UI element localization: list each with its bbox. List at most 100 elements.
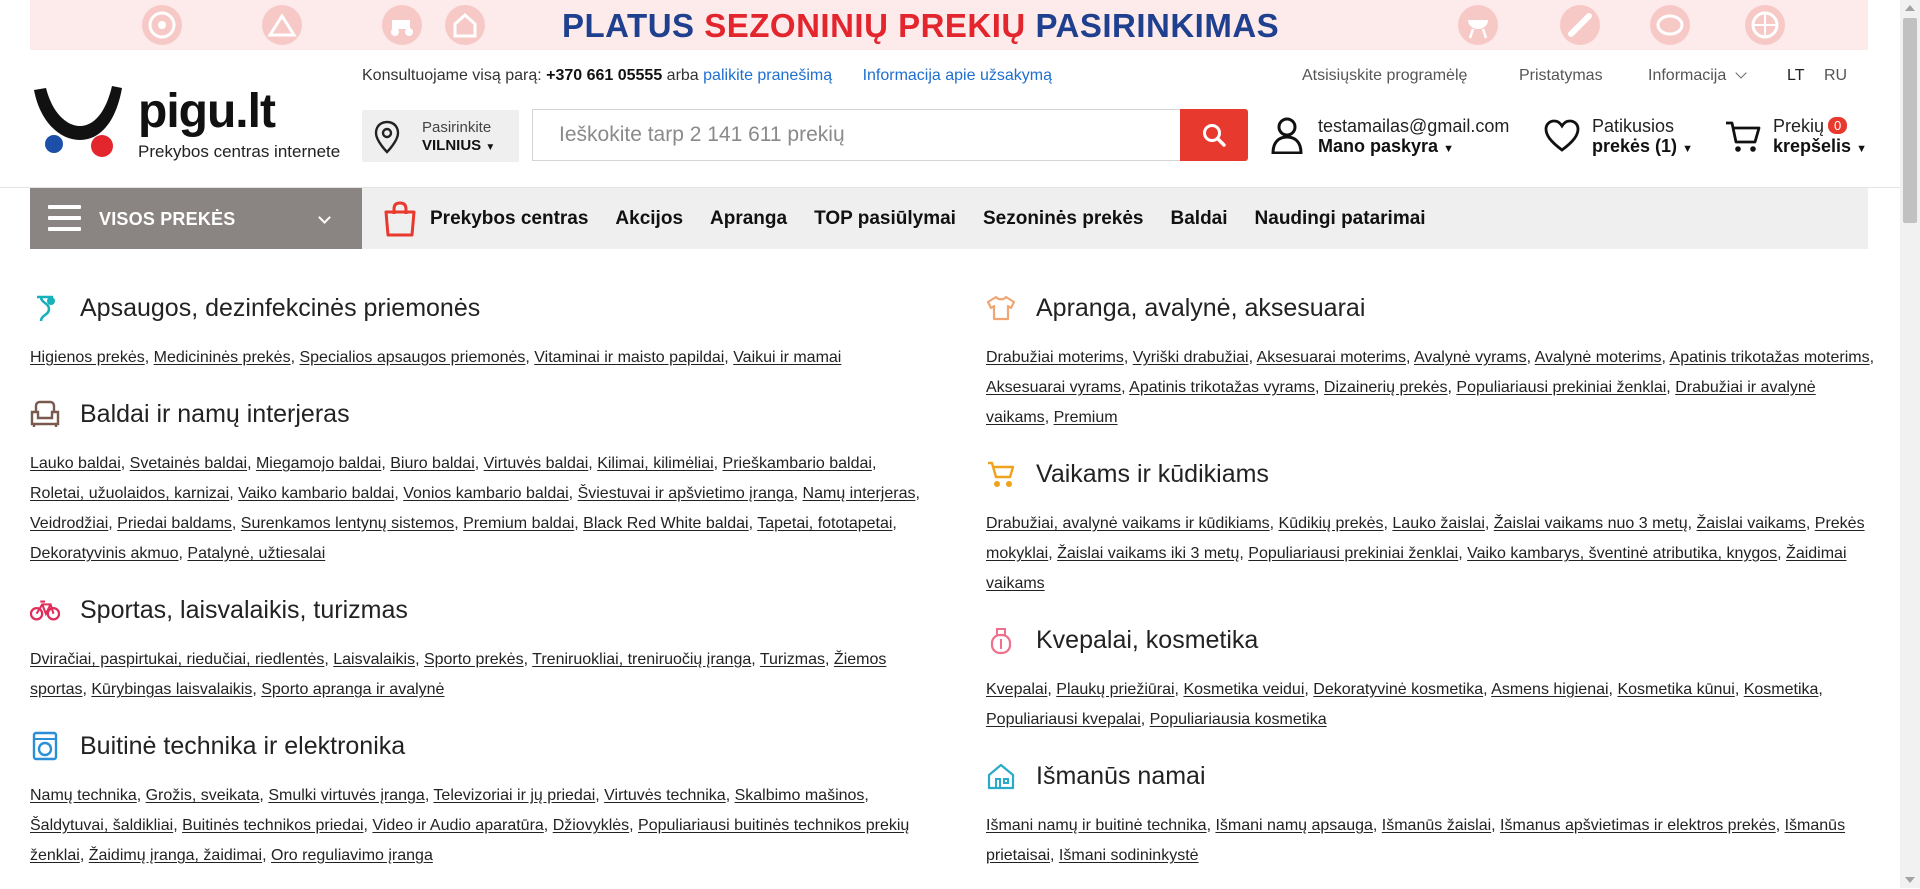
category-link[interactable]: Vaikui ir mamai	[733, 349, 841, 366]
category-link[interactable]: Sporto prekės	[424, 651, 524, 668]
category-link[interactable]: Roletai, užuolaidos, karnizai	[30, 485, 229, 502]
category-link[interactable]: Žaislai vaikams nuo 3 metų	[1494, 515, 1688, 532]
category-link[interactable]: Smulki virtuvės įranga	[268, 787, 425, 804]
category-link[interactable]: Kosmetika kūnui	[1617, 681, 1734, 698]
category-heading[interactable]: Išmanūs namai	[986, 753, 1876, 799]
nav-item-top-offers[interactable]: TOP pasiūlymai	[814, 208, 956, 230]
category-link[interactable]: Miegamojo baldai	[256, 455, 381, 472]
category-link[interactable]: Vyriški drabužiai	[1133, 349, 1249, 366]
category-link[interactable]: Black Red White baldai	[583, 515, 748, 532]
category-link[interactable]: Džiovyklės	[553, 817, 629, 834]
category-link[interactable]: Avalynė moterims	[1535, 349, 1662, 366]
category-link[interactable]: Grožis, sveikata	[146, 787, 260, 804]
category-link[interactable]: Žaislai vaikams iki 3 metų	[1057, 545, 1239, 562]
category-link[interactable]: Avalynė vyrams	[1414, 349, 1527, 366]
category-link[interactable]: Lauko žaislai	[1392, 515, 1485, 532]
category-link[interactable]: Oro reguliavimo įranga	[271, 847, 433, 864]
category-title[interactable]: Kvepalai, kosmetika	[1036, 626, 1258, 655]
category-link[interactable]: Apatinis trikotažas moterims	[1670, 349, 1870, 366]
category-link[interactable]: Svetainės baldai	[130, 455, 247, 472]
category-link[interactable]: Kosmetika	[1744, 681, 1819, 698]
category-link[interactable]: Populiariausi prekiniai ženklai	[1248, 545, 1458, 562]
category-title[interactable]: Buitinė technika ir elektronika	[80, 732, 405, 761]
lang-lt[interactable]: LT	[1787, 67, 1804, 85]
category-link[interactable]: Namų technika	[30, 787, 137, 804]
category-link[interactable]: Kūdikių prekės	[1279, 515, 1384, 532]
category-link[interactable]: Drabužiai, avalynė vaikams ir kūdikiams	[986, 515, 1270, 532]
city-selector[interactable]: Pasirinkite VILNIUS ▼	[362, 110, 519, 162]
category-link[interactable]: Video ir Audio aparatūra	[372, 817, 543, 834]
category-title[interactable]: Baldai ir namų interjeras	[80, 400, 350, 429]
category-heading[interactable]: Apsaugos, dezinfekcinės priemonės	[30, 285, 920, 331]
category-title[interactable]: Sportas, laisvalaikis, turizmas	[80, 596, 408, 625]
category-link[interactable]: Vaiko kambario baldai	[238, 485, 394, 502]
category-heading[interactable]: Kvepalai, kosmetika	[986, 617, 1876, 663]
category-link[interactable]: Vaiko kambarys, šventinė atributika, kny…	[1467, 545, 1777, 562]
nav-item-tips[interactable]: Naudingi patarimai	[1255, 208, 1426, 230]
category-link[interactable]: Televizoriai ir jų priedai	[433, 787, 595, 804]
category-link[interactable]: Skalbimo mašinos	[735, 787, 865, 804]
category-link[interactable]: Žaislai vaikams	[1697, 515, 1806, 532]
scroll-up-arrow-icon[interactable]	[1905, 5, 1915, 11]
category-link[interactable]: Šaldytuvai, šaldikliai	[30, 817, 173, 834]
category-link[interactable]: Kvepalai	[986, 681, 1047, 698]
site-logo[interactable]: pigu.lt Prekybos centras internete	[30, 80, 360, 170]
category-link[interactable]: Turizmas	[760, 651, 825, 668]
delivery-link[interactable]: Pristatymas	[1519, 67, 1603, 85]
all-products-button[interactable]: VISOS PREKĖS	[30, 188, 362, 249]
category-link[interactable]: Sporto apranga ir avalynė	[261, 681, 444, 698]
nav-item-shopping-center[interactable]: Prekybos centras	[430, 208, 588, 230]
category-title[interactable]: Vaikams ir kūdikiams	[1036, 460, 1269, 489]
scroll-thumb[interactable]	[1903, 18, 1917, 223]
category-title[interactable]: Išmanūs namai	[1036, 762, 1206, 791]
category-link[interactable]: Specialios apsaugos priemonės	[299, 349, 525, 366]
category-link[interactable]: Dekoratyvinis akmuo	[30, 545, 179, 562]
category-link[interactable]: Populiariausia kosmetika	[1150, 711, 1327, 728]
page-scrollbar[interactable]	[1900, 0, 1920, 888]
category-link[interactable]: Dekoratyvinė kosmetika	[1313, 681, 1483, 698]
category-link[interactable]: Dizainerių prekės	[1324, 379, 1448, 396]
scroll-down-arrow-icon[interactable]	[1905, 877, 1915, 883]
category-link[interactable]: Dviračiai, paspirtukai, riedučiai, riedl…	[30, 651, 324, 668]
category-link[interactable]: Išmanūs žaislai	[1382, 817, 1491, 834]
lang-ru[interactable]: RU	[1824, 67, 1847, 85]
category-link[interactable]: Virtuvės baldai	[484, 455, 589, 472]
category-link[interactable]: Priedai baldams	[117, 515, 232, 532]
category-link[interactable]: Išmanus apšvietimas ir elektros prekės	[1500, 817, 1776, 834]
nav-item-seasonal[interactable]: Sezoninės prekės	[983, 208, 1144, 230]
category-link[interactable]: Virtuvės technika	[604, 787, 726, 804]
category-link[interactable]: Veidrodžiai	[30, 515, 108, 532]
category-link[interactable]: Išmani namų ir buitinė technika	[986, 817, 1207, 834]
category-link[interactable]: Drabužiai moterims	[986, 349, 1124, 366]
leave-message-link[interactable]: palikite pranešimą	[703, 67, 832, 84]
category-link[interactable]: Lauko baldai	[30, 455, 121, 472]
category-link[interactable]: Treniruokliai, treniruočių įranga	[532, 651, 751, 668]
category-link[interactable]: Žaidimų įranga, žaidimai	[89, 847, 262, 864]
category-link[interactable]: Išmani sodininkystė	[1059, 847, 1199, 864]
category-title[interactable]: Apranga, avalynė, aksesuarai	[1036, 294, 1365, 323]
category-link[interactable]: Higienos prekės	[30, 349, 145, 366]
category-link[interactable]: Premium baldai	[463, 515, 574, 532]
phone-number[interactable]: +370 661 05555	[546, 67, 662, 84]
category-link[interactable]: Išmani namų apsauga	[1215, 817, 1372, 834]
category-link[interactable]: Premium	[1054, 409, 1118, 426]
category-link[interactable]: Tapetai, fototapetai	[757, 515, 892, 532]
category-heading[interactable]: Buitinė technika ir elektronika	[30, 723, 920, 769]
category-link[interactable]: Plaukų priežiūrai	[1056, 681, 1174, 698]
category-link[interactable]: Biuro baldai	[390, 455, 475, 472]
app-download-link[interactable]: Atsisiųskite programėlę	[1302, 67, 1467, 85]
search-button[interactable]	[1180, 109, 1248, 161]
category-link[interactable]: Prieškambario baldai	[723, 455, 872, 472]
category-link[interactable]: Surenkamos lentynų sistemos	[241, 515, 454, 532]
category-heading[interactable]: Vaikams ir kūdikiams	[986, 451, 1876, 497]
category-heading[interactable]: Sportas, laisvalaikis, turizmas	[30, 587, 920, 633]
category-link[interactable]: Populiariausi prekiniai ženklai	[1456, 379, 1666, 396]
info-dropdown[interactable]: Informacija	[1648, 67, 1747, 85]
promo-banner[interactable]: PLATUS SEZONINIŲ PREKIŲ PASIRINKIMAS	[30, 0, 1868, 50]
category-link[interactable]: Asmens higienai	[1491, 681, 1608, 698]
category-link[interactable]: Šviestuvai ir apšvietimo įranga	[578, 485, 794, 502]
category-link[interactable]: Kilimai, kilimėliai	[597, 455, 713, 472]
category-link[interactable]: Kūrybingas laisvalaikis	[91, 681, 252, 698]
nav-item-furniture[interactable]: Baldai	[1171, 208, 1228, 230]
category-link[interactable]: Populiariausi kvepalai	[986, 711, 1141, 728]
